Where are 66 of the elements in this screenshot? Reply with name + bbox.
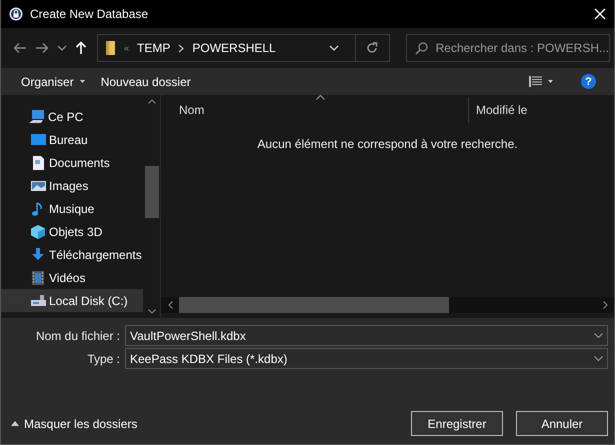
up-button[interactable] [75, 41, 87, 55]
window-title: Create New Database [30, 7, 150, 21]
back-arrow-icon [13, 42, 27, 54]
refresh-icon [366, 42, 378, 54]
chevron-down-icon [594, 333, 603, 338]
save-button[interactable]: Enregistrer [411, 411, 503, 436]
chevron-down-icon [57, 45, 67, 51]
hide-folders-button[interactable]: Masquer les dossiers [11, 416, 138, 430]
sidebar-item[interactable]: Vidéos [1, 266, 143, 289]
drive-icon [31, 294, 46, 308]
empty-message: Aucun élément ne correspond à votre recherche. [256, 137, 519, 151]
forward-button[interactable] [35, 42, 49, 54]
path-segment[interactable]: POWERSHELL [192, 41, 276, 55]
sidebar-item[interactable]: Documents [1, 151, 143, 174]
search-field[interactable]: Rechercher dans : POWERSH... [406, 34, 610, 62]
sidebar-item[interactable]: Musique [1, 197, 143, 220]
desktop-icon [31, 132, 46, 146]
chevron-left-icon [168, 301, 172, 309]
sidebar-item[interactable]: Bureau [1, 128, 143, 151]
scrollbar-thumb[interactable] [144, 166, 158, 218]
sidebar-item[interactable]: Ce PC [1, 105, 143, 128]
chevron-down-icon [328, 45, 339, 51]
computer-icon [29, 110, 44, 124]
chevron-right-icon [602, 301, 608, 309]
sidebar-item[interactable]: Téléchargements [1, 243, 143, 266]
image-icon [31, 178, 46, 192]
field-label: Type : [86, 352, 121, 366]
vertical-scrollbar[interactable] [143, 95, 161, 318]
caret-down-icon [548, 80, 553, 83]
field-label: Nom du fichier : [34, 328, 121, 342]
new-folder-button[interactable]: Nouveau dossier [92, 72, 199, 92]
up-arrow-icon [75, 41, 87, 55]
scrollbar-thumb[interactable] [179, 297, 449, 313]
address-bar[interactable]: « TEMP POWERSHELL [97, 34, 390, 62]
download-arrow-icon [31, 248, 46, 262]
file-name-field[interactable]: VaultPowerShell.kdbx [125, 325, 608, 346]
cube-icon [31, 224, 46, 238]
forward-arrow-icon [35, 42, 49, 54]
path-segment[interactable]: TEMP [137, 41, 170, 55]
sidebar-item[interactable]: Images [1, 174, 143, 197]
document-icon [31, 156, 46, 170]
chevron-right-icon [178, 44, 184, 52]
sidebar-item[interactable]: Local Disk (C:) [1, 289, 143, 312]
caret-down-icon [80, 80, 85, 83]
help-button[interactable]: ? [581, 74, 596, 89]
horizontal-scrollbar[interactable] [161, 297, 614, 313]
column-header[interactable]: Nom [161, 103, 468, 117]
film-icon [31, 270, 46, 284]
file-type-dropdown[interactable]: KeePass KDBX Files (*.kdbx) [125, 348, 608, 369]
lock-icon [9, 7, 23, 21]
organize-menu[interactable]: Organiser [13, 72, 93, 92]
recent-locations-button[interactable] [57, 45, 67, 51]
chevron-up-icon [148, 99, 156, 104]
caret-up-icon [11, 421, 19, 426]
search-icon [414, 42, 428, 54]
folder-icon [106, 40, 116, 56]
column-header[interactable]: Modifié le [468, 97, 528, 123]
cancel-button[interactable]: Annuler [516, 411, 608, 436]
path-overflow[interactable]: « [124, 43, 130, 53]
list-view-icon [529, 76, 542, 87]
close-icon [594, 8, 606, 20]
close-button[interactable] [594, 8, 606, 20]
chevron-down-icon [594, 356, 603, 361]
chevron-down-icon [148, 309, 156, 314]
sidebar-item[interactable]: Objets 3D [1, 220, 143, 243]
back-button[interactable] [13, 42, 27, 54]
